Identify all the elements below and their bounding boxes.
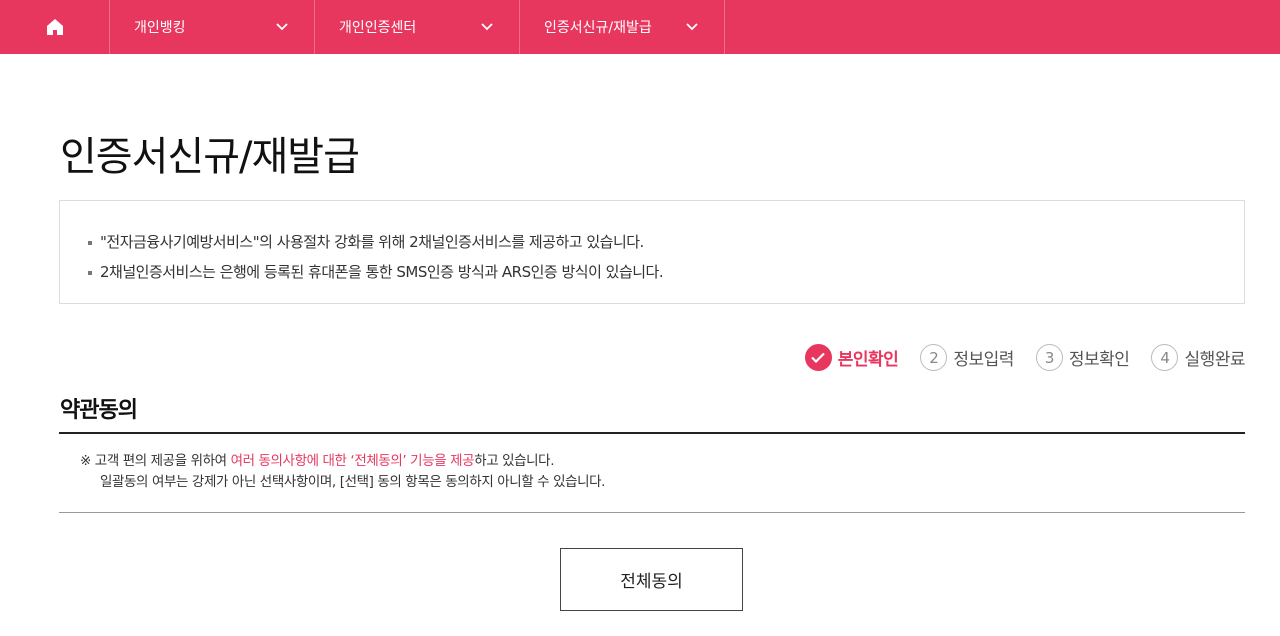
- step-info-confirm: 3 정보확인: [1035, 344, 1130, 371]
- step-number: 3: [1035, 344, 1063, 371]
- page-title: 인증서신규/재발급: [60, 134, 360, 180]
- top-navigation-bar: 개인뱅킹 개인인증센터 인증서신규/재발급: [0, 0, 1280, 54]
- chevron-down-icon: [481, 23, 493, 31]
- terms-note-highlight: 여러 동의사항에 대한 ‘전체동의’ 기능을 제공: [230, 453, 475, 469]
- notice-line: 2채널인증서비스는 은행에 등록된 휴대폰을 통한 SMS인증 방식과 ARS인…: [88, 257, 1244, 287]
- step-indicator: 본인확인 2 정보입력 3 정보확인 4 실행완료: [783, 344, 1245, 371]
- notice-line: "전자금융사기예방서비스"의 사용절차 강화를 위해 2채널인증서비스를 제공하…: [88, 227, 1244, 257]
- terms-notice: ※ 고객 편의 제공을 위하여 여러 동의사항에 대한 ‘전체동의’ 기능을 제…: [80, 451, 605, 493]
- step-identity-check: 본인확인: [804, 344, 899, 371]
- gnb-menu-personal-cert-center[interactable]: 개인인증센터: [315, 0, 520, 54]
- chevron-down-icon: [276, 23, 288, 31]
- notice-box: "전자금융사기예방서비스"의 사용절차 강화를 위해 2채널인증서비스를 제공하…: [59, 200, 1245, 304]
- check-icon: [804, 344, 832, 371]
- gnb-menu-personal-banking[interactable]: 개인뱅킹: [110, 0, 315, 54]
- step-label: 정보확인: [1068, 350, 1130, 370]
- section-divider: [59, 512, 1245, 513]
- agree-all-button[interactable]: 전체동의: [560, 548, 743, 611]
- home-icon: [46, 19, 63, 35]
- gnb-menu-cert-issue[interactable]: 인증서신규/재발급: [520, 0, 725, 54]
- terms-note-prefix: ※ 고객 편의 제공을 위하여: [80, 453, 231, 469]
- step-label: 본인확인: [837, 350, 899, 370]
- step-label: 정보입력: [953, 350, 1014, 370]
- step-info-input: 2 정보입력: [920, 344, 1014, 371]
- chevron-down-icon: [686, 23, 698, 31]
- terms-section-title: 약관동의: [60, 398, 138, 423]
- gnb-menu-label: 개인뱅킹: [134, 20, 186, 36]
- gnb-menu-label: 인증서신규/재발급: [544, 20, 652, 36]
- step-label: 실행완료: [1184, 350, 1245, 370]
- section-divider: [59, 432, 1245, 434]
- step-number: 4: [1151, 344, 1179, 371]
- home-button[interactable]: [0, 0, 110, 54]
- gnb-menu-label: 개인인증센터: [339, 20, 417, 36]
- step-complete: 4 실행완료: [1151, 344, 1245, 371]
- terms-note-line2: 일괄동의 여부는 강제가 아닌 선택사항이며, [선택] 동의 항목은 동의하지…: [100, 474, 606, 490]
- terms-note-suffix: 하고 있습니다.: [474, 453, 555, 469]
- step-number: 2: [920, 344, 948, 371]
